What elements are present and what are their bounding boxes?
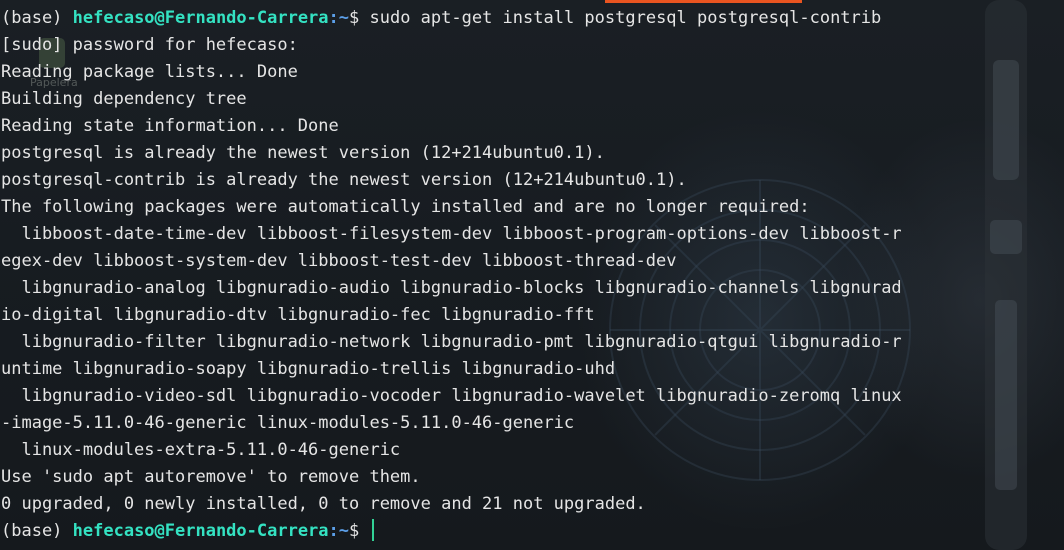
prompt-symbol: $ [349, 8, 370, 28]
prompt-path: :~ [328, 8, 350, 28]
output-line: Reading package lists... Done [1, 62, 298, 82]
command-line: (base) hefecaso@Fernando-Carrera:~$ sudo… [1, 5, 1061, 32]
output-line: postgresql-contrib is already the newest… [1, 170, 687, 190]
output-line: egex-dev libboost-system-dev libboost-te… [1, 251, 677, 271]
output-line: untime libgnuradio-soapy libgnuradio-tre… [1, 359, 616, 379]
output-line: The following packages were automaticall… [1, 197, 810, 217]
output-line: Building dependency tree [1, 89, 247, 109]
prompt-env: (base) [1, 8, 73, 28]
output-line: libgnuradio-filter libgnuradio-network l… [1, 332, 902, 352]
terminal-window[interactable]: Papelera (base) hefecaso@Fernando-Carrer… [0, 0, 1064, 550]
prompt-env: (base) [1, 521, 73, 541]
prompt-user-host: hefecaso@Fernando-Carrera [72, 8, 329, 28]
output-line: io-digital libgnuradio-dtv libgnuradio-f… [1, 305, 595, 325]
output-lines: [sudo] password for hefecaso: Reading pac… [1, 32, 1061, 518]
text-cursor [371, 519, 374, 541]
terminal-output[interactable]: (base) hefecaso@Fernando-Carrera:~$ sudo… [1, 5, 1061, 545]
output-line: libgnuradio-analog libgnuradio-audio lib… [1, 278, 902, 298]
output-line: libboost-date-time-dev libboost-filesyst… [1, 224, 902, 244]
output-line: [sudo] password for hefecaso: [1, 35, 298, 55]
output-line: -image-5.11.0-46-generic linux-modules-5… [1, 413, 575, 433]
prompt-user-host: hefecaso@Fernando-Carrera [72, 521, 329, 541]
output-line: linux-modules-extra-5.11.0-46-generic [1, 440, 401, 460]
prompt-path: :~ [328, 521, 350, 541]
output-line: 0 upgraded, 0 newly installed, 0 to remo… [1, 494, 646, 514]
current-prompt-line[interactable]: (base) hefecaso@Fernando-Carrera:~$ [1, 518, 1061, 545]
prompt-symbol: $ [349, 521, 370, 541]
output-line: libgnuradio-video-sdl libgnuradio-vocode… [1, 386, 902, 406]
command-text: sudo apt-get install postgresql postgres… [369, 8, 882, 28]
output-line: postgresql is already the newest version… [1, 143, 605, 163]
output-line: Use 'sudo apt autoremove' to remove them… [1, 467, 421, 487]
output-line: Reading state information... Done [1, 116, 339, 136]
